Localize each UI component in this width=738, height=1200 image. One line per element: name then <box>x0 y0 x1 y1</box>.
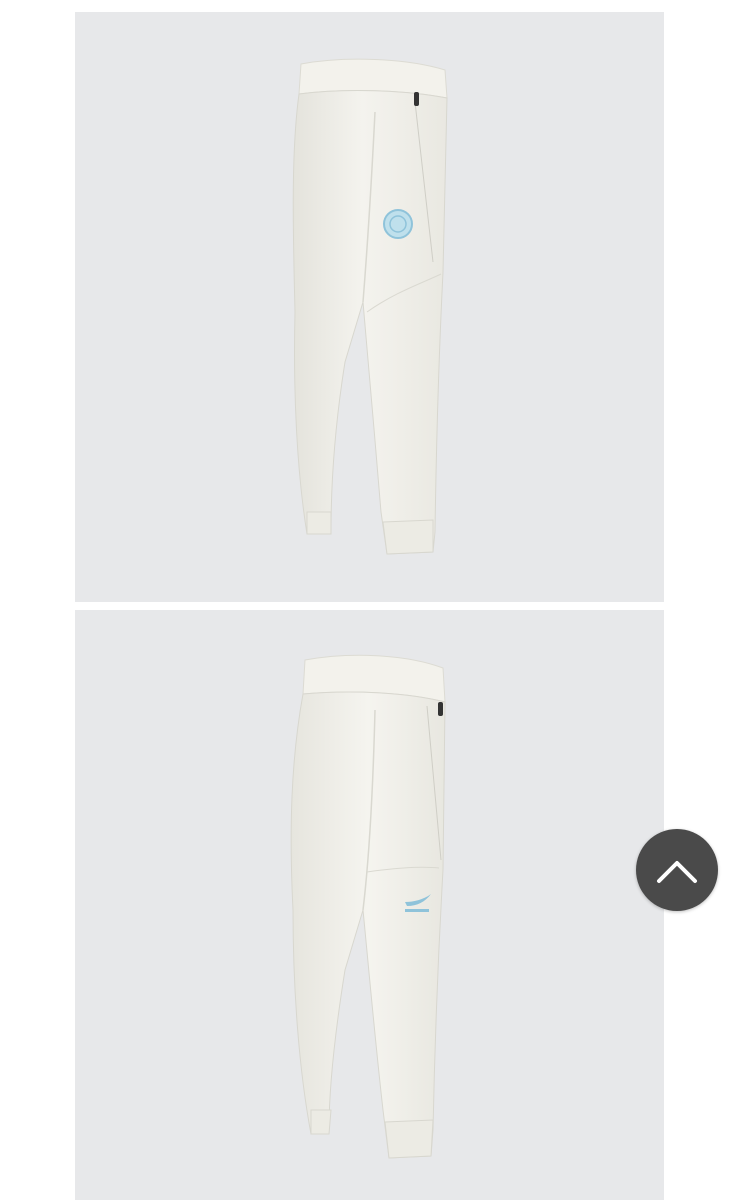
pants-back-illustration <box>290 654 446 1159</box>
pants-front-illustration <box>292 58 448 555</box>
product-image-front <box>75 12 664 602</box>
scroll-to-top-button[interactable] <box>636 829 718 911</box>
chevron-up-icon <box>657 861 697 883</box>
product-image-back <box>75 610 664 1200</box>
badge-logo-icon <box>383 209 413 239</box>
